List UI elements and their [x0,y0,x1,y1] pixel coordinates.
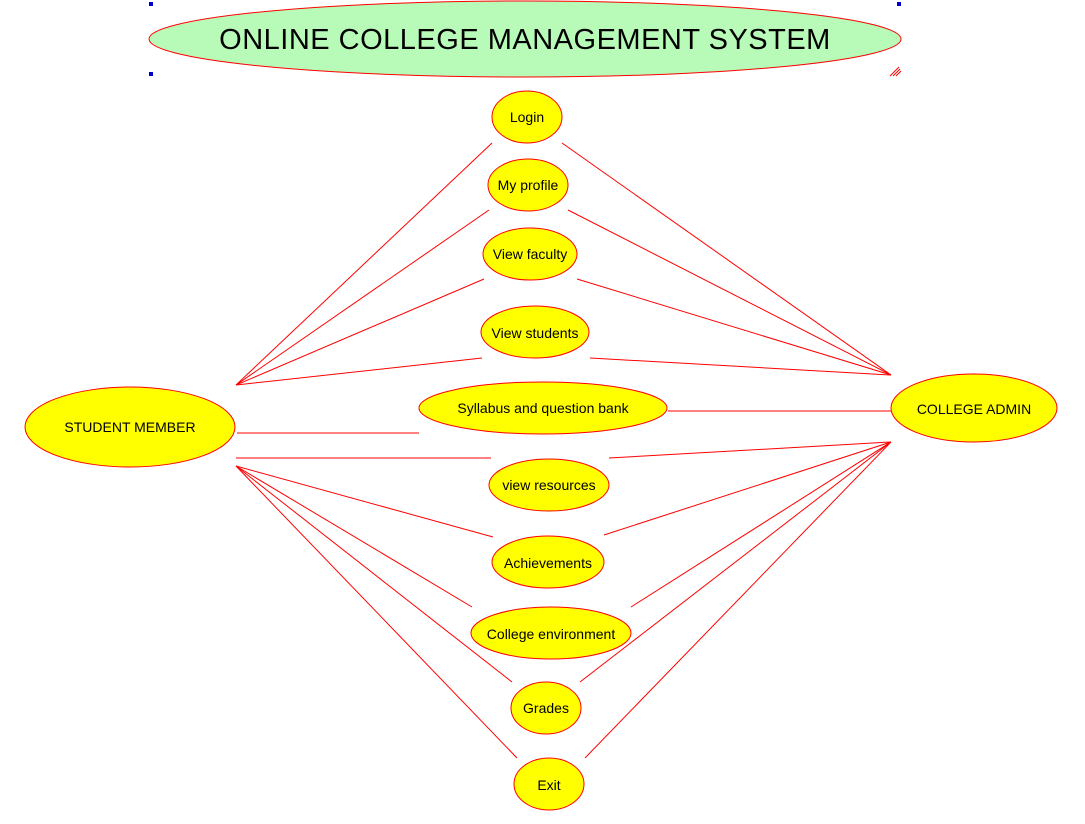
resize-grip-icon[interactable] [889,66,902,77]
link-student-view-faculty [235,278,485,386]
link-admin-exit [584,441,892,759]
selection-handle-top-left[interactable] [149,2,153,6]
use-case-login[interactable]: Login [491,90,563,144]
student-associations [235,142,518,759]
link-student-achievements [235,465,494,538]
link-admin-view-students [589,357,892,376]
use-case-view-faculty[interactable]: View faculty [482,227,578,281]
use-case-label: Grades [523,700,569,716]
use-case-label: Achievements [504,555,592,571]
use-case-achievements[interactable]: Achievements [491,535,605,589]
use-case-college-environment[interactable]: College environment [470,606,632,660]
use-case-label: view resources [502,477,595,493]
use-case-grades[interactable]: Grades [510,681,582,735]
use-case-view-students[interactable]: View students [480,305,590,359]
admin-associations [561,142,892,759]
link-student-college-environment [235,465,473,608]
link-student-view-students [235,357,483,386]
use-case-label: Exit [537,777,560,793]
use-case-my-profile[interactable]: My profile [487,158,569,212]
use-case-label: View faculty [493,246,567,262]
actor-student-label: STUDENT MEMBER [64,419,195,435]
diagram-title[interactable]: ONLINE COLLEGE MANAGEMENT SYSTEM [148,0,902,78]
title-text: ONLINE COLLEGE MANAGEMENT SYSTEM [219,24,831,56]
use-case-label: Login [510,109,544,125]
selection-handle-top-right[interactable] [897,2,901,6]
link-student-my-profile [235,209,490,386]
selection-handle-bottom-left[interactable] [149,72,153,76]
link-admin-view-faculty [576,278,892,376]
link-student-login [235,142,493,386]
link-admin-college-environment [630,441,892,608]
use-case-diagram: ONLINE COLLEGE MANAGEMENT SYSTEM STUDENT… [24,0,1058,811]
link-student-grades [235,465,513,683]
actor-college-admin[interactable]: COLLEGE ADMIN [890,373,1058,443]
link-admin-my-profile [567,209,892,376]
use-case-exit[interactable]: Exit [513,757,585,811]
use-case-label: Syllabus and question bank [457,400,629,416]
use-case-view-resources[interactable]: view resources [488,458,610,512]
use-case-label: College environment [487,626,616,642]
actor-student-member[interactable]: STUDENT MEMBER [24,386,236,468]
link-admin-grades [579,441,892,683]
use-case-label: My profile [498,177,559,193]
use-case-label: View students [492,325,579,341]
link-admin-login [561,142,892,376]
actor-admin-label: COLLEGE ADMIN [917,401,1031,417]
use-case-syllabus-and-question-bank[interactable]: Syllabus and question bank [418,381,668,435]
link-student-exit [235,465,518,759]
